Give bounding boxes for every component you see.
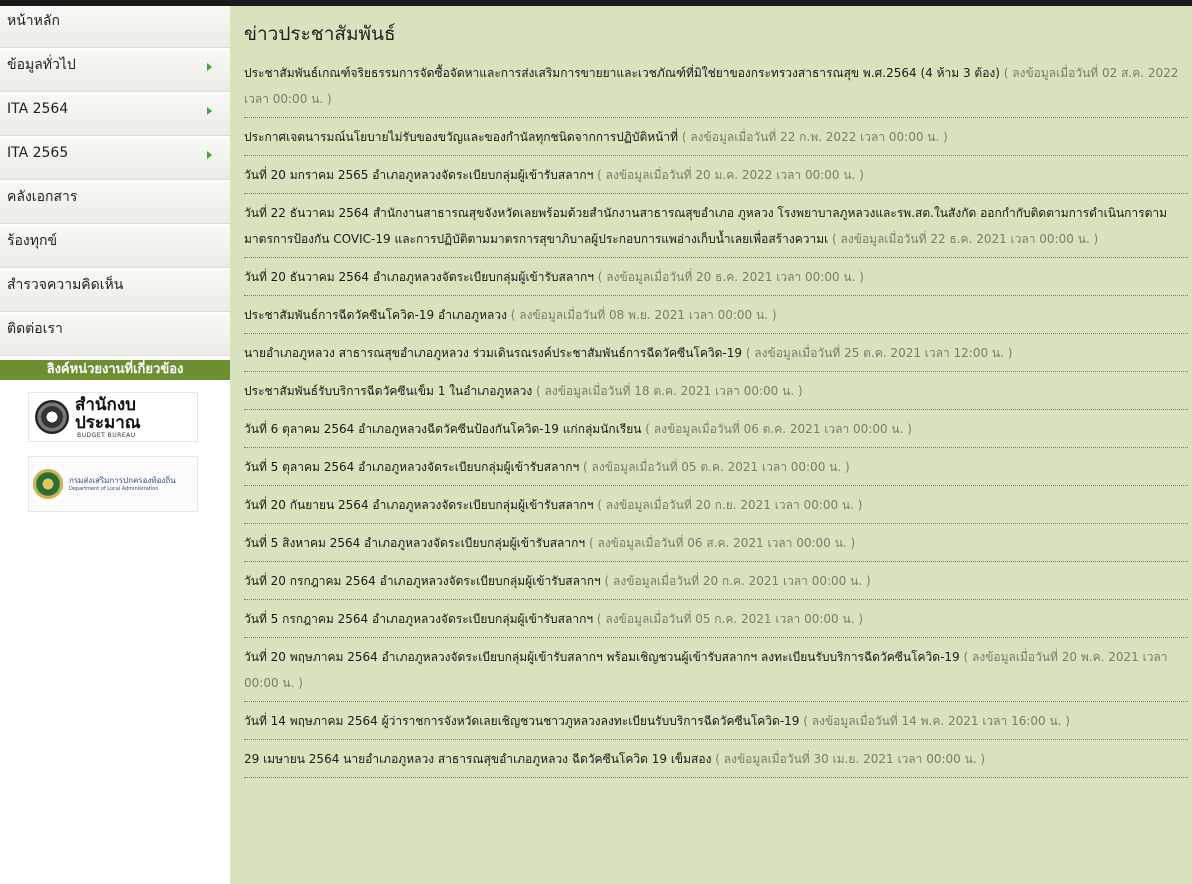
sidebar-menu-label: คลังเอกสาร — [7, 189, 78, 205]
budget-bureau-subname: BUDGET BUREAU — [77, 431, 136, 439]
news-title-link[interactable]: วันที่ 5 ตุลาคม 2564 อำเภอภูหลวงจัดระเบี… — [244, 460, 579, 474]
news-item: วันที่ 5 กรกฎาคม 2564 อำเภอภูหลวงจัดระเบ… — [244, 600, 1188, 638]
news-item: วันที่ 5 ตุลาคม 2564 อำเภอภูหลวงจัดระเบี… — [244, 448, 1188, 486]
news-date: ( ลงข้อมูลเมื่อวันที่ 20 ก.ค. 2021 เวลา … — [600, 574, 871, 588]
news-title-link[interactable]: วันที่ 20 พฤษภาคม 2564 อำเภอภูหลวงจัดระเ… — [244, 650, 960, 664]
dla-link[interactable]: กรมส่งเสริมการปกครองท้องถิ่น Department … — [28, 456, 198, 512]
submenu-arrow-icon — [207, 107, 212, 115]
news-title-link[interactable]: ประชาสัมพันธ์การฉีดวัคซีนโควิด-19 อำเภอภ… — [244, 308, 507, 322]
news-item: วันที่ 20 กรกฎาคม 2564 อำเภอภูหลวงจัดระเ… — [244, 562, 1188, 600]
news-item: วันที่ 20 มกราคม 2565 อำเภอภูหลวงจัดระเบ… — [244, 156, 1188, 194]
sidebar-menu-label: ร้องทุกข์ — [7, 233, 58, 249]
news-title-link[interactable]: วันที่ 20 กรกฎาคม 2564 อำเภอภูหลวงจัดระเ… — [244, 574, 601, 588]
news-date: ( ลงข้อมูลเมื่อวันที่ 30 เม.ย. 2021 เวลา… — [711, 752, 986, 766]
news-date: ( ลงข้อมูลเมื่อวันที่ 06 ต.ค. 2021 เวลา … — [641, 422, 912, 436]
news-date: ( ลงข้อมูลเมื่อวันที่ 06 ส.ค. 2021 เวลา … — [585, 536, 856, 550]
news-date: ( ลงข้อมูลเมื่อวันที่ 05 ต.ค. 2021 เวลา … — [579, 460, 850, 474]
news-item: วันที่ 6 ตุลาคม 2564 อำเภอภูหลวงฉีดวัคซี… — [244, 410, 1188, 448]
dla-subname: Department of Local Administration — [69, 486, 159, 492]
sidebar: หน้าหลักข้อมูลทั่วไป ITA 2564 ITA 2565 คลัง… — [0, 6, 230, 884]
news-item: ประกาศเจตนารมณ์นโยบายไม่รับของขวัญและของ… — [244, 118, 1188, 156]
news-item: วันที่ 20 พฤษภาคม 2564 อำเภอภูหลวงจัดระเ… — [244, 638, 1188, 702]
news-date: ( ลงข้อมูลเมื่อวันที่ 22 ก.พ. 2022 เวลา … — [678, 130, 948, 144]
budget-bureau-name: สำนักงบประมาณ — [75, 394, 141, 433]
sidebar-menu-label: ITA 2565 — [7, 145, 69, 161]
news-date: ( ลงข้อมูลเมื่อวันที่ 20 ม.ค. 2022 เวลา … — [593, 168, 864, 182]
news-item: ประชาสัมพันธ์เกณฑ์จริยธรรมการจัดซื้อจัดห… — [244, 54, 1188, 118]
budget-bureau-seal-icon — [35, 400, 69, 434]
main-content: ข่าวประชาสัมพันธ์ ประชาสัมพันธ์เกณฑ์จริย… — [244, 22, 1188, 778]
submenu-arrow-icon — [207, 151, 212, 159]
news-title-link[interactable]: วันที่ 14 พฤษภาคม 2564 ผู้ว่าราชการจังหว… — [244, 714, 799, 728]
news-date: ( ลงข้อมูลเมื่อวันที่ 08 พ.ย. 2021 เวลา … — [506, 308, 777, 322]
dla-name: กรมส่งเสริมการปกครองท้องถิ่น — [69, 476, 176, 485]
news-date: ( ลงข้อมูลเมื่อวันที่ 20 ธ.ค. 2021 เวลา … — [593, 270, 864, 284]
page-title: ข่าวประชาสัมพันธ์ — [244, 23, 396, 45]
news-title-link[interactable]: วันที่ 20 กันยายน 2564 อำเภอภูหลวงจัดระเ… — [244, 498, 594, 512]
news-date: ( ลงข้อมูลเมื่อวันที่ 14 พ.ค. 2021 เวลา … — [799, 714, 1070, 728]
news-date: ( ลงข้อมูลเมื่อวันที่ 25 ต.ค. 2021 เวลา … — [742, 346, 1013, 360]
news-title-link[interactable]: วันที่ 20 มกราคม 2565 อำเภอภูหลวงจัดระเบ… — [244, 168, 593, 182]
news-title-link[interactable]: วันที่ 5 สิงหาคม 2564 อำเภอภูหลวงจัดระเบ… — [244, 536, 585, 550]
news-date: ( ลงข้อมูลเมื่อวันที่ 05 ก.ค. 2021 เวลา … — [593, 612, 864, 626]
sidebar-menu-item[interactable]: ITA 2565 — [0, 138, 230, 180]
dla-seal-icon — [33, 469, 63, 499]
sidebar-menu-label: สำรวจความคิดเห็น — [7, 277, 124, 293]
submenu-arrow-icon — [207, 63, 212, 71]
related-links-header: ลิงค์หน่วยงานที่เกี่ยวข้อง — [0, 360, 230, 380]
news-title-link[interactable]: ประกาศเจตนารมณ์นโยบายไม่รับของขวัญและของ… — [244, 130, 678, 144]
sidebar-menu-item[interactable]: สำรวจความคิดเห็น — [0, 270, 230, 312]
news-title-link[interactable]: วันที่ 6 ตุลาคม 2564 อำเภอภูหลวงฉีดวัคซี… — [244, 422, 641, 436]
news-list: ประชาสัมพันธ์เกณฑ์จริยธรรมการจัดซื้อจัดห… — [244, 54, 1188, 778]
sidebar-menu-label: ติดต่อเรา — [7, 321, 63, 337]
news-date: ( ลงข้อมูลเมื่อวันที่ 22 ธ.ค. 2021 เวลา … — [828, 232, 1099, 246]
news-title-link[interactable]: นายอำเภอภูหลวง สาธารณสุขอำเภอภูหลวง ร่วม… — [244, 346, 742, 360]
news-item: วันที่ 5 สิงหาคม 2564 อำเภอภูหลวงจัดระเบ… — [244, 524, 1188, 562]
news-item: วันที่ 20 ธันวาคม 2564 อำเภอภูหลวงจัดระเ… — [244, 258, 1188, 296]
news-title-link[interactable]: ประชาสัมพันธ์รับบริการฉีดวัคซีนเข็ม 1 ใน… — [244, 384, 532, 398]
sidebar-menu-item[interactable]: ข้อมูลทั่วไป — [0, 50, 230, 92]
sidebar-menu-item[interactable]: ITA 2564 — [0, 94, 230, 136]
news-item: 29 เมษายน 2564 นายอำเภอภูหลวง สาธารณสุขอ… — [244, 740, 1188, 778]
sidebar-menu-item[interactable]: คลังเอกสาร — [0, 182, 230, 224]
sidebar-menu-label: หน้าหลัก — [7, 13, 60, 29]
news-title-link[interactable]: ประชาสัมพันธ์เกณฑ์จริยธรรมการจัดซื้อจัดห… — [244, 66, 1000, 80]
sidebar-menu-item[interactable]: ร้องทุกข์ — [0, 226, 230, 268]
sidebar-menu: หน้าหลักข้อมูลทั่วไป ITA 2564 ITA 2565 คลัง… — [0, 6, 230, 356]
sidebar-menu-label: ITA 2564 — [7, 101, 69, 117]
news-date: ( ลงข้อมูลเมื่อวันที่ 18 ต.ค. 2021 เวลา … — [532, 384, 803, 398]
news-title-link[interactable]: วันที่ 5 กรกฎาคม 2564 อำเภอภูหลวงจัดระเบ… — [244, 612, 593, 626]
news-title-link[interactable]: วันที่ 20 ธันวาคม 2564 อำเภอภูหลวงจัดระเ… — [244, 270, 594, 284]
news-item: ประชาสัมพันธ์การฉีดวัคซีนโควิด-19 อำเภอภ… — [244, 296, 1188, 334]
sidebar-menu-label: ข้อมูลทั่วไป — [7, 57, 76, 73]
news-item: วันที่ 22 ธันวาคม 2564 สำนักงานสาธารณสุข… — [244, 194, 1188, 258]
news-item: ประชาสัมพันธ์รับบริการฉีดวัคซีนเข็ม 1 ใน… — [244, 372, 1188, 410]
news-item: วันที่ 20 กันยายน 2564 อำเภอภูหลวงจัดระเ… — [244, 486, 1188, 524]
sidebar-menu-item[interactable]: หน้าหลัก — [0, 6, 230, 48]
news-title-link[interactable]: 29 เมษายน 2564 นายอำเภอภูหลวง สาธารณสุขอ… — [244, 752, 711, 766]
sidebar-menu-item[interactable]: ติดต่อเรา — [0, 314, 230, 356]
news-item: นายอำเภอภูหลวง สาธารณสุขอำเภอภูหลวง ร่วม… — [244, 334, 1188, 372]
news-item: วันที่ 14 พฤษภาคม 2564 ผู้ว่าราชการจังหว… — [244, 702, 1188, 740]
news-date: ( ลงข้อมูลเมื่อวันที่ 20 ก.ย. 2021 เวลา … — [593, 498, 863, 512]
budget-bureau-link[interactable]: สำนักงบประมาณ BUDGET BUREAU — [28, 392, 198, 442]
